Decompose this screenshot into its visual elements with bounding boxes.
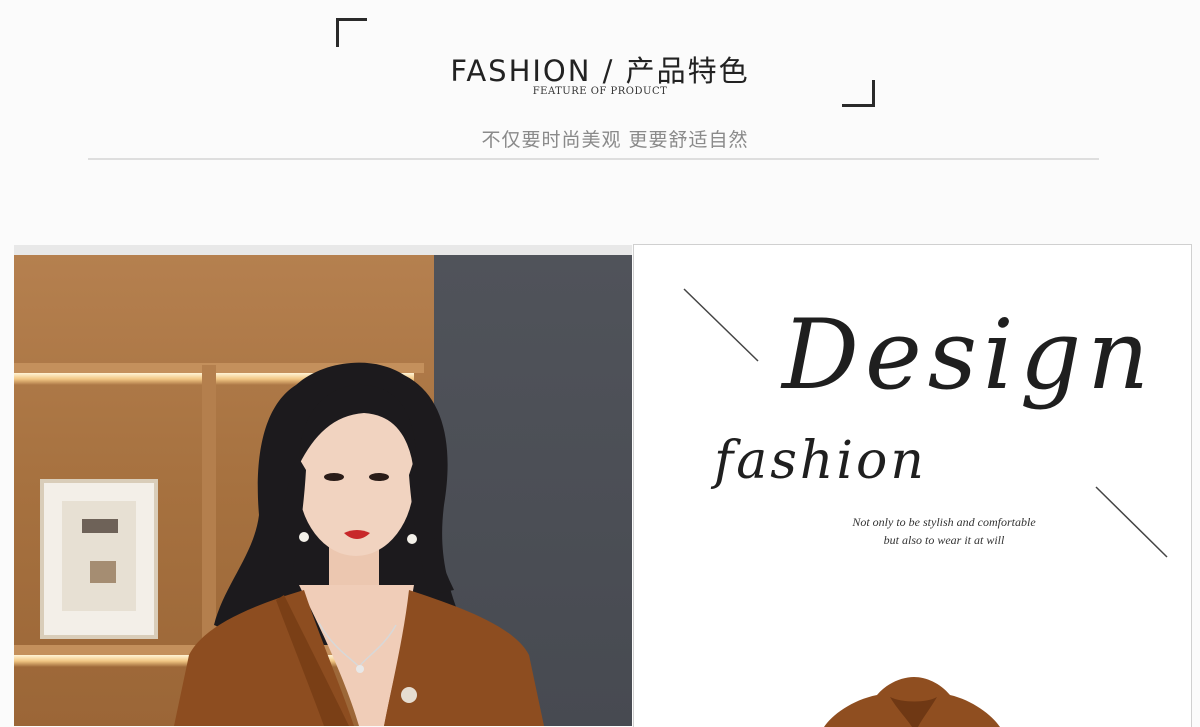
design-panel: Design fashion Not only to be stylish an… bbox=[633, 244, 1192, 727]
design-note-line-2: but also to wear it at will bbox=[883, 533, 1005, 547]
necklace-pendant bbox=[356, 665, 364, 673]
diagonal-line-top bbox=[683, 288, 759, 362]
corner-bracket-bottom-right bbox=[842, 80, 875, 107]
model-figure bbox=[174, 362, 544, 726]
coat-thumbnail bbox=[824, 677, 1000, 727]
left-eye bbox=[324, 473, 344, 481]
diagonal-line-bottom bbox=[1095, 486, 1168, 558]
brown-coat bbox=[384, 590, 544, 726]
earring bbox=[299, 532, 309, 542]
earring bbox=[407, 534, 417, 544]
right-eye bbox=[369, 473, 389, 481]
design-note-line-1: Not only to be stylish and comfortable bbox=[852, 515, 1036, 529]
section-title: FASHION / 产品特色 bbox=[450, 54, 750, 88]
fashion-subheadline: fashion bbox=[714, 431, 927, 491]
section-tagline: 不仅要时尚美观 更要舒适自然 bbox=[481, 129, 749, 151]
section-divider bbox=[88, 158, 1099, 160]
brooch bbox=[401, 687, 417, 703]
corner-bracket-top-left bbox=[336, 18, 367, 47]
design-headline: Design bbox=[782, 299, 1156, 411]
section-subtitle: FEATURE OF PRODUCT bbox=[532, 86, 668, 97]
photo-top-strip bbox=[14, 245, 632, 255]
model-photo bbox=[14, 255, 632, 726]
